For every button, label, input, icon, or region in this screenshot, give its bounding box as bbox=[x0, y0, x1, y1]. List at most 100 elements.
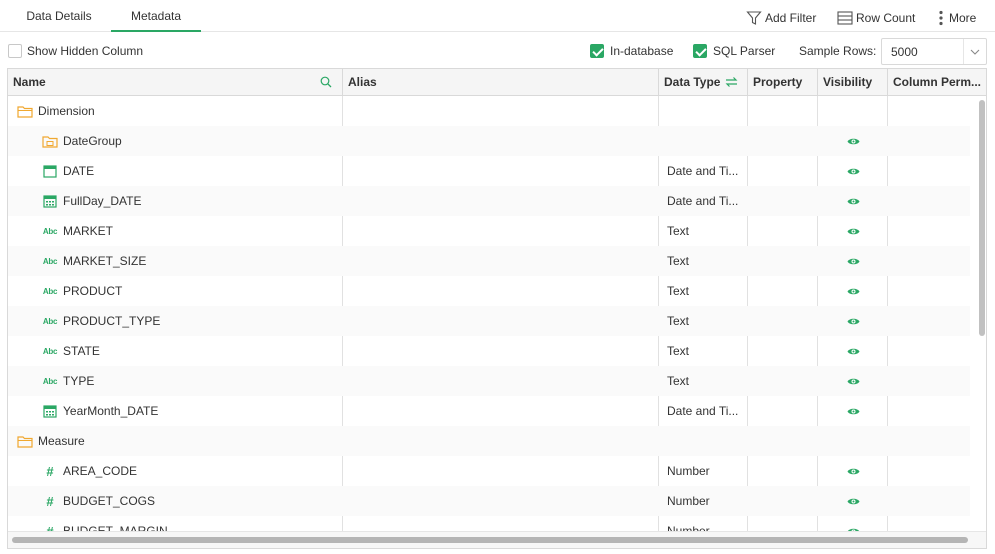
column-header-name-label: Name bbox=[13, 75, 46, 89]
field-name: DateGroup bbox=[63, 134, 122, 148]
vertical-scrollbar[interactable] bbox=[977, 96, 986, 531]
column-header-visibility[interactable]: Visibility bbox=[818, 69, 888, 95]
add-filter-button[interactable]: Add Filter bbox=[746, 0, 816, 36]
in-database-label: In-database bbox=[610, 44, 674, 58]
calendar-icon bbox=[42, 194, 58, 208]
name-cell: Abc TYPE bbox=[42, 366, 342, 396]
data-type-cell: Text bbox=[667, 284, 690, 298]
calendar-icon bbox=[42, 404, 58, 418]
visibility-eye-icon[interactable] bbox=[847, 336, 861, 366]
column-header-property[interactable]: Property bbox=[748, 69, 818, 95]
horizontal-scrollbar-thumb[interactable] bbox=[12, 537, 968, 543]
table-row[interactable]: # BUDGET_COGS Number bbox=[8, 486, 970, 516]
data-type-cell: Number bbox=[667, 494, 710, 508]
table-row[interactable]: YearMonth_DATE Date and Ti... bbox=[8, 396, 970, 426]
visibility-eye-icon[interactable] bbox=[847, 516, 861, 531]
table-row[interactable]: # AREA_CODE Number bbox=[8, 456, 970, 486]
tab-data-details[interactable]: Data Details bbox=[14, 0, 104, 32]
name-cell: Abc MARKET bbox=[42, 216, 342, 246]
visibility-eye-icon[interactable] bbox=[847, 366, 861, 396]
visibility-eye-icon[interactable] bbox=[847, 156, 861, 186]
table-row[interactable]: Abc STATE Text bbox=[8, 336, 970, 366]
data-type-cell: Number bbox=[667, 524, 710, 531]
sql-parser-label: SQL Parser bbox=[713, 44, 776, 58]
data-type-cell: Number bbox=[667, 464, 710, 478]
column-header-data-type-label: Data Type bbox=[664, 75, 721, 89]
row-count-button[interactable]: Row Count bbox=[837, 0, 915, 36]
visibility-eye-icon[interactable] bbox=[847, 186, 861, 216]
vertical-scrollbar-thumb[interactable] bbox=[979, 100, 985, 336]
show-hidden-column-checkbox[interactable] bbox=[8, 44, 22, 58]
name-cell: Abc PRODUCT bbox=[42, 276, 342, 306]
column-header-column-perm[interactable]: Column Perm... bbox=[888, 69, 986, 95]
field-name: BUDGET_COGS bbox=[63, 494, 156, 508]
text-type-icon: Abc bbox=[42, 316, 58, 326]
sample-rows-value: 5000 bbox=[891, 45, 918, 59]
sql-parser-checkbox[interactable] bbox=[693, 44, 707, 58]
tab-metadata[interactable]: Metadata bbox=[111, 0, 201, 32]
field-name: TYPE bbox=[63, 374, 95, 388]
field-name: PRODUCT bbox=[63, 284, 123, 298]
add-filter-label: Add Filter bbox=[765, 11, 817, 25]
more-vertical-icon bbox=[939, 10, 943, 26]
name-cell: DATE bbox=[42, 156, 342, 186]
table-row[interactable]: DATE Date and Ti... bbox=[8, 156, 970, 186]
field-name: FullDay_DATE bbox=[63, 194, 142, 208]
more-button[interactable]: More bbox=[936, 0, 976, 36]
data-type-cell: Text bbox=[667, 344, 690, 358]
options-bar: Show Hidden Column In-database SQL Parse… bbox=[0, 38, 995, 66]
field-name: Measure bbox=[38, 434, 85, 448]
visibility-eye-icon[interactable] bbox=[847, 216, 861, 246]
table-row[interactable]: Abc MARKET Text bbox=[8, 216, 970, 246]
visibility-eye-icon[interactable] bbox=[847, 306, 861, 336]
field-name: BUDGET_MARGIN bbox=[63, 524, 168, 531]
data-type-cell: Date and Ti... bbox=[667, 194, 739, 208]
table-row[interactable]: # BUDGET_MARGIN Number bbox=[8, 516, 970, 531]
name-cell: DateGroup bbox=[42, 126, 342, 156]
in-database-checkbox[interactable] bbox=[590, 44, 604, 58]
data-type-cell: Text bbox=[667, 374, 690, 388]
swap-icon[interactable] bbox=[725, 76, 738, 88]
number-type-icon: # bbox=[46, 493, 54, 509]
number-type-icon: # bbox=[46, 463, 54, 479]
field-name: YearMonth_DATE bbox=[63, 404, 159, 418]
sample-rows-select[interactable]: 5000 bbox=[881, 38, 987, 65]
metadata-grid: Name Alias Data Type Property Visibility… bbox=[7, 68, 987, 549]
dropdown-arrow[interactable] bbox=[963, 39, 986, 64]
table-row[interactable]: Abc PRODUCT_TYPE Text bbox=[8, 306, 970, 336]
data-type-cell bbox=[667, 426, 745, 456]
table-row[interactable]: Abc TYPE Text bbox=[8, 366, 970, 396]
table-row[interactable]: Abc MARKET_SIZE Text bbox=[8, 246, 970, 276]
field-name: STATE bbox=[63, 344, 100, 358]
field-name: DATE bbox=[63, 164, 95, 178]
visibility-eye-icon[interactable] bbox=[847, 486, 861, 516]
table-row[interactable]: Abc PRODUCT Text bbox=[8, 276, 970, 306]
name-cell: # AREA_CODE bbox=[42, 456, 342, 486]
data-type-cell: Date and Ti... bbox=[667, 404, 739, 418]
column-header-alias[interactable]: Alias bbox=[343, 69, 659, 95]
folder-row[interactable]: Measure bbox=[8, 426, 970, 456]
row-count-label: Row Count bbox=[856, 11, 916, 25]
name-cell: Abc PRODUCT_TYPE bbox=[42, 306, 342, 336]
name-cell: # BUDGET_MARGIN bbox=[42, 516, 342, 532]
table-row[interactable]: DateGroup bbox=[8, 126, 970, 156]
more-label: More bbox=[949, 11, 977, 25]
visibility-eye-icon[interactable] bbox=[847, 126, 861, 156]
visibility-eye-icon[interactable] bbox=[847, 456, 861, 486]
visibility-eye-icon[interactable] bbox=[847, 276, 861, 306]
field-name: MARKET bbox=[63, 224, 114, 238]
visibility-eye-icon[interactable] bbox=[847, 246, 861, 276]
column-header-name[interactable]: Name bbox=[8, 69, 343, 95]
name-cell: FullDay_DATE bbox=[42, 186, 342, 216]
visibility-eye-icon[interactable] bbox=[847, 396, 861, 426]
folder-row[interactable]: Dimension bbox=[8, 96, 970, 126]
field-name: Dimension bbox=[38, 104, 95, 118]
field-name: PRODUCT_TYPE bbox=[63, 314, 161, 328]
number-type-icon: # bbox=[46, 523, 54, 532]
table-row[interactable]: FullDay_DATE Date and Ti... bbox=[8, 186, 970, 216]
data-type-cell: Text bbox=[667, 314, 690, 328]
search-icon[interactable] bbox=[320, 76, 332, 88]
data-type-cell bbox=[667, 126, 745, 156]
horizontal-scrollbar[interactable] bbox=[8, 531, 986, 548]
date-icon bbox=[42, 164, 58, 178]
